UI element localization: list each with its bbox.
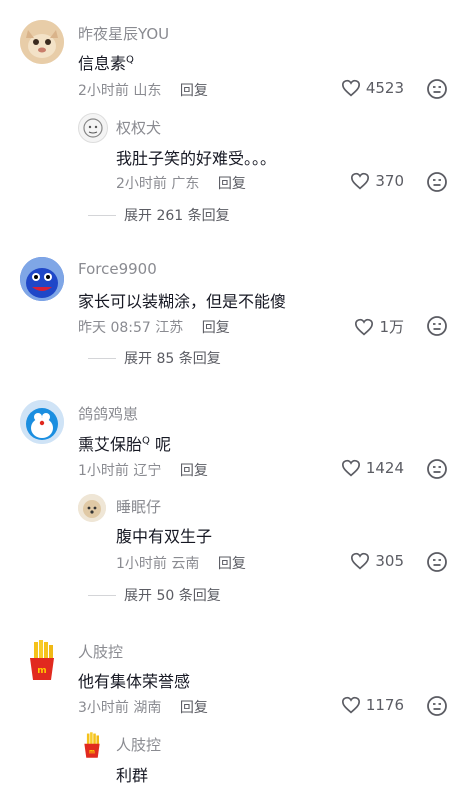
like-count: 1424 <box>365 459 404 477</box>
comment-text: 信息素Q <box>78 54 134 73</box>
expand-replies-button[interactable]: 展开 261 条回复 <box>88 205 230 225</box>
comment-location: 山东 <box>133 83 162 99</box>
heart-icon <box>351 552 370 570</box>
like-button[interactable]: 4523 <box>341 79 404 97</box>
fries-avatar-icon: m <box>84 732 100 758</box>
dislike-face-icon[interactable] <box>426 695 448 717</box>
expand-label: 展开 85 条回复 <box>124 351 221 367</box>
reply-button[interactable]: 回复 <box>180 700 208 716</box>
comment-text: 家长可以装糊涂，但是不能傻 <box>78 292 287 311</box>
comment-time: 2小时前 <box>78 83 129 99</box>
heart-icon <box>341 696 360 714</box>
reply-location: 广东 <box>171 176 200 192</box>
avatar[interactable] <box>78 113 108 143</box>
comment-text: 熏艾保胎Q 呢 <box>78 435 171 454</box>
comment-username[interactable]: Force9900 <box>78 260 157 278</box>
svg-text:m: m <box>89 749 95 755</box>
comment-time: 1小时前 <box>78 463 129 479</box>
avatar[interactable] <box>20 20 64 64</box>
comment-meta: 昨天 08:57 江苏 回复 <box>78 317 230 337</box>
reply-time: 2小时前 <box>116 176 167 192</box>
expand-label: 展开 261 条回复 <box>124 208 230 224</box>
dislike-face-icon[interactable] <box>426 78 448 100</box>
like-count: 305 <box>375 552 404 570</box>
reply-button[interactable]: 回复 <box>218 176 246 192</box>
search-mark-icon[interactable]: Q <box>142 436 150 447</box>
comment-location: 湖南 <box>133 700 162 716</box>
reply-text: 腹中有双生子 <box>116 527 213 546</box>
avatar[interactable]: m <box>20 638 64 682</box>
reply-text: 利群 <box>116 766 149 785</box>
like-count: 1176 <box>365 696 404 714</box>
like-button[interactable]: 1万 <box>354 316 404 337</box>
heart-icon <box>341 79 360 97</box>
avatar[interactable] <box>78 494 106 522</box>
reply-meta: 2小时前 广东 回复 <box>116 173 246 193</box>
expand-replies-button[interactable]: 展开 85 条回复 <box>88 348 221 368</box>
like-count: 1万 <box>379 318 404 336</box>
comment-meta: 2小时前 山东 回复 <box>78 80 208 100</box>
reply-button[interactable]: 回复 <box>202 320 230 336</box>
puppy-avatar-icon <box>78 494 106 522</box>
comment-username[interactable]: 人肢控 <box>78 641 123 662</box>
sketch-avatar-icon <box>83 118 103 138</box>
comment-location: 辽宁 <box>133 463 162 479</box>
reply-time: 1小时前 <box>116 556 167 572</box>
dislike-face-icon[interactable] <box>426 315 448 337</box>
expand-replies-button[interactable]: 展开 50 条回复 <box>88 585 221 605</box>
comment-time: 昨天 08:57 <box>78 320 151 336</box>
expand-label: 展开 50 条回复 <box>124 588 221 604</box>
reply-username[interactable]: 睡眠仔 <box>116 496 161 517</box>
like-count: 370 <box>375 172 404 190</box>
fries-avatar-icon: m <box>30 640 54 680</box>
dislike-face-icon[interactable] <box>426 171 448 193</box>
reply-button[interactable]: 回复 <box>218 556 246 572</box>
avatar[interactable] <box>20 257 64 301</box>
comment-location: 江苏 <box>155 320 184 336</box>
svg-text:m: m <box>37 666 46 676</box>
heart-icon <box>341 459 360 477</box>
avatar[interactable] <box>20 400 64 444</box>
reply-location: 云南 <box>171 556 200 572</box>
expand-divider <box>88 594 116 596</box>
comment-meta: 3小时前 湖南 回复 <box>78 697 208 717</box>
heart-icon <box>355 318 374 335</box>
like-count: 4523 <box>365 79 404 97</box>
reply-text: 我肚子笑的好难受。。。 <box>116 149 277 168</box>
reply-meta: 1小时前 云南 回复 <box>116 553 246 573</box>
heart-icon <box>351 172 370 190</box>
like-button[interactable]: 1424 <box>341 459 404 477</box>
comment-username[interactable]: 昨夜星辰YOU <box>78 23 169 44</box>
reply-button[interactable]: 回复 <box>180 83 208 99</box>
cat-avatar-icon <box>20 20 64 64</box>
expand-divider <box>88 357 116 359</box>
dislike-face-icon[interactable] <box>426 458 448 480</box>
comment-username[interactable]: 鸽鸽鸡崽 <box>78 403 138 424</box>
reply-username[interactable]: 人肢控 <box>116 734 161 755</box>
expand-divider <box>88 214 116 216</box>
reply-username[interactable]: 权权犬 <box>116 117 161 138</box>
comment-meta: 1小时前 辽宁 回复 <box>78 460 208 480</box>
comment-time: 3小时前 <box>78 700 129 716</box>
doraemon-avatar-icon <box>20 400 64 444</box>
dislike-face-icon[interactable] <box>426 551 448 573</box>
reply-button[interactable]: 回复 <box>180 463 208 479</box>
avatar[interactable]: m <box>78 731 106 759</box>
search-mark-icon[interactable]: Q <box>126 55 134 66</box>
like-button[interactable]: 370 <box>350 172 404 190</box>
monster-avatar-icon <box>20 257 64 301</box>
like-button[interactable]: 1176 <box>341 696 404 714</box>
comment-text: 他有集体荣誉感 <box>78 672 191 691</box>
like-button[interactable]: 305 <box>350 552 404 570</box>
